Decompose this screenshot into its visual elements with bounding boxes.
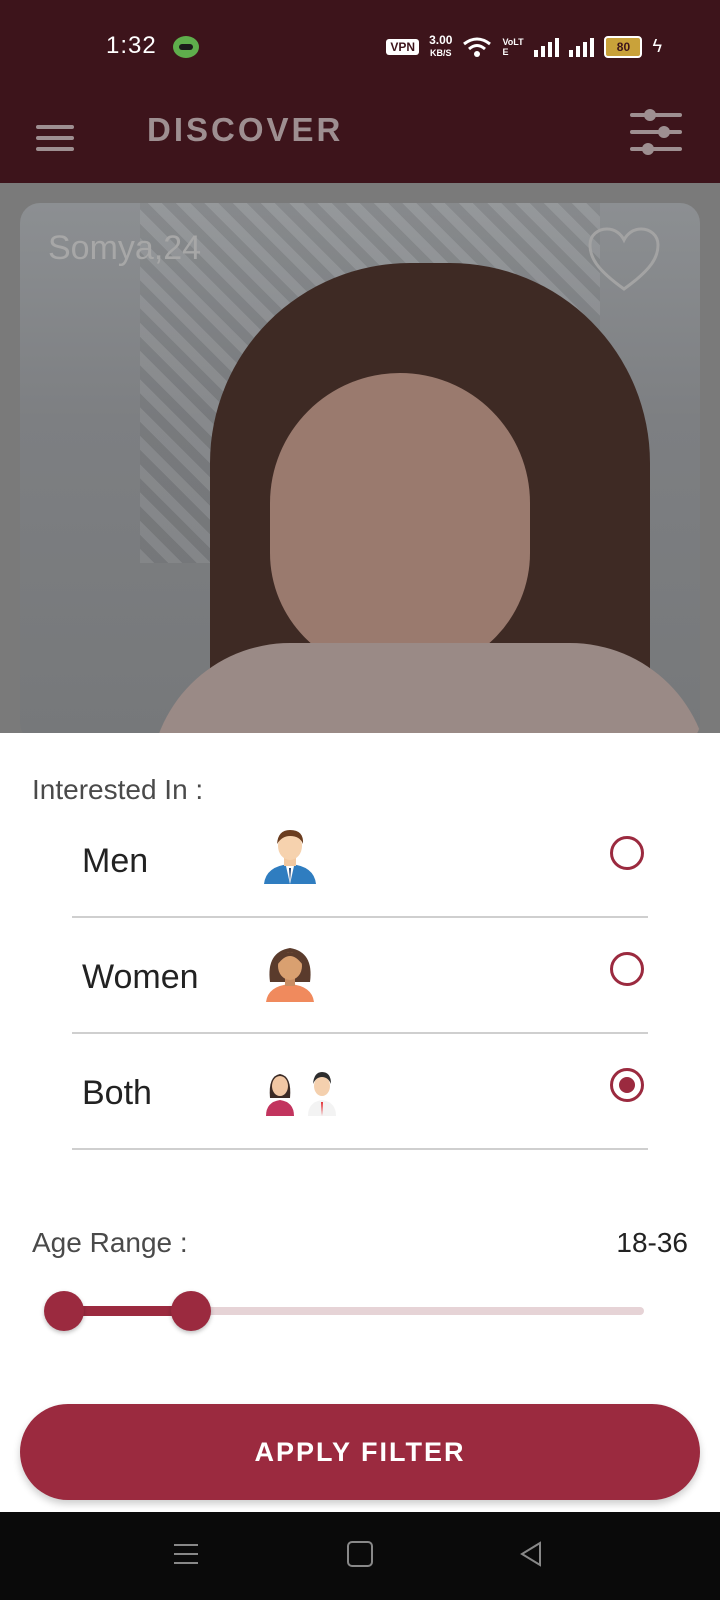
vpn-badge: VPN bbox=[386, 38, 420, 55]
system-nav-bar bbox=[0, 1512, 720, 1600]
network-speed-value: 3.00 bbox=[429, 33, 453, 47]
option-men-label: Men bbox=[82, 842, 149, 880]
network-speed: 3.00 KB/S bbox=[429, 34, 452, 59]
option-women-label: Women bbox=[82, 958, 199, 996]
age-range-value: 18-36 bbox=[616, 1227, 688, 1258]
option-women[interactable]: Women bbox=[72, 918, 648, 1034]
slider-thumb-min[interactable] bbox=[44, 1291, 84, 1331]
app-bar: DISCOVER bbox=[0, 95, 720, 183]
radio-women[interactable] bbox=[610, 952, 644, 986]
menu-icon[interactable] bbox=[36, 113, 76, 153]
slider-thumb-max[interactable] bbox=[171, 1291, 212, 1331]
status-icons: VPN 3.00 KB/S VoLTE 80 ϟ bbox=[386, 34, 662, 59]
page-title: DISCOVER bbox=[147, 111, 344, 148]
option-both-label: Both bbox=[82, 1074, 152, 1112]
couple-icon bbox=[266, 1072, 336, 1116]
option-men[interactable]: Men bbox=[72, 802, 648, 918]
radio-men[interactable] bbox=[610, 836, 644, 870]
back-icon[interactable] bbox=[518, 1540, 544, 1568]
charging-icon: ϟ bbox=[652, 36, 662, 56]
apply-filter-button[interactable]: APPLY FILTER bbox=[20, 1404, 700, 1500]
age-range-label: Age Range : bbox=[32, 1227, 188, 1258]
status-bar: 1:32 VPN 3.00 KB/S VoLTE 80 ϟ bbox=[0, 0, 720, 95]
filter-sliders-icon[interactable] bbox=[628, 105, 684, 161]
signal-2-icon bbox=[569, 37, 595, 57]
age-range-slider[interactable] bbox=[44, 1290, 664, 1331]
man-icon bbox=[264, 830, 316, 884]
volte-icon: VoLTE bbox=[502, 36, 524, 57]
profile-photo-face bbox=[270, 373, 530, 673]
wifi-icon bbox=[463, 37, 492, 57]
radio-both[interactable] bbox=[610, 1068, 644, 1102]
app-notification-icon bbox=[173, 36, 199, 58]
profile-card[interactable]: Somya,24 bbox=[20, 203, 700, 743]
profile-name-age: Somya,24 bbox=[48, 229, 202, 267]
woman-icon bbox=[266, 948, 314, 1002]
network-speed-unit: KB/S bbox=[430, 48, 452, 58]
option-both[interactable]: Both bbox=[72, 1034, 648, 1150]
battery-icon: 80 bbox=[604, 35, 643, 58]
recents-icon[interactable] bbox=[174, 1542, 198, 1566]
status-time: 1:32 bbox=[106, 32, 157, 59]
home-icon[interactable] bbox=[347, 1541, 373, 1567]
signal-1-icon bbox=[534, 37, 560, 57]
heart-icon[interactable] bbox=[586, 225, 662, 295]
profile-photo-body bbox=[150, 643, 700, 743]
